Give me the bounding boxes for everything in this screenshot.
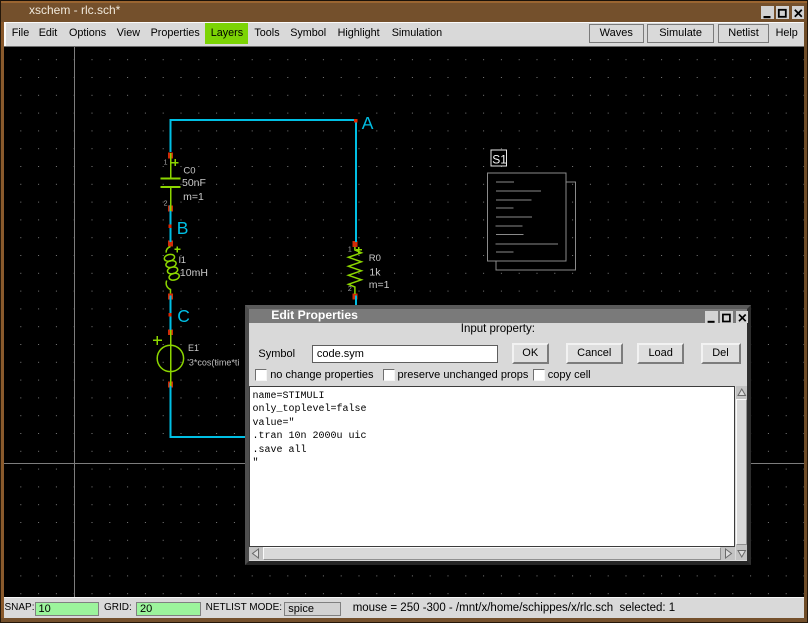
svg-text:l1: l1 (179, 255, 186, 266)
svg-text:E1: E1 (188, 343, 199, 353)
svg-text:2: 2 (348, 286, 352, 293)
svg-text:'3*cos(time*ti: '3*cos(time*ti (187, 358, 239, 368)
svg-text:1k: 1k (369, 266, 381, 278)
svg-text:m=1: m=1 (369, 279, 390, 291)
svg-text:C0: C0 (183, 165, 195, 176)
svg-text:R0: R0 (369, 253, 381, 264)
svg-text:1: 1 (164, 160, 168, 167)
svg-text:1: 1 (348, 246, 352, 253)
svg-text:C: C (177, 306, 190, 326)
svg-text:B: B (177, 218, 189, 238)
svg-text:m=1: m=1 (183, 191, 204, 203)
svg-text:S1: S1 (492, 152, 507, 166)
svg-text:A: A (362, 113, 374, 133)
svg-text:2: 2 (164, 201, 168, 208)
svg-text:50nF: 50nF (182, 177, 206, 189)
svg-text:10mH: 10mH (180, 267, 208, 279)
